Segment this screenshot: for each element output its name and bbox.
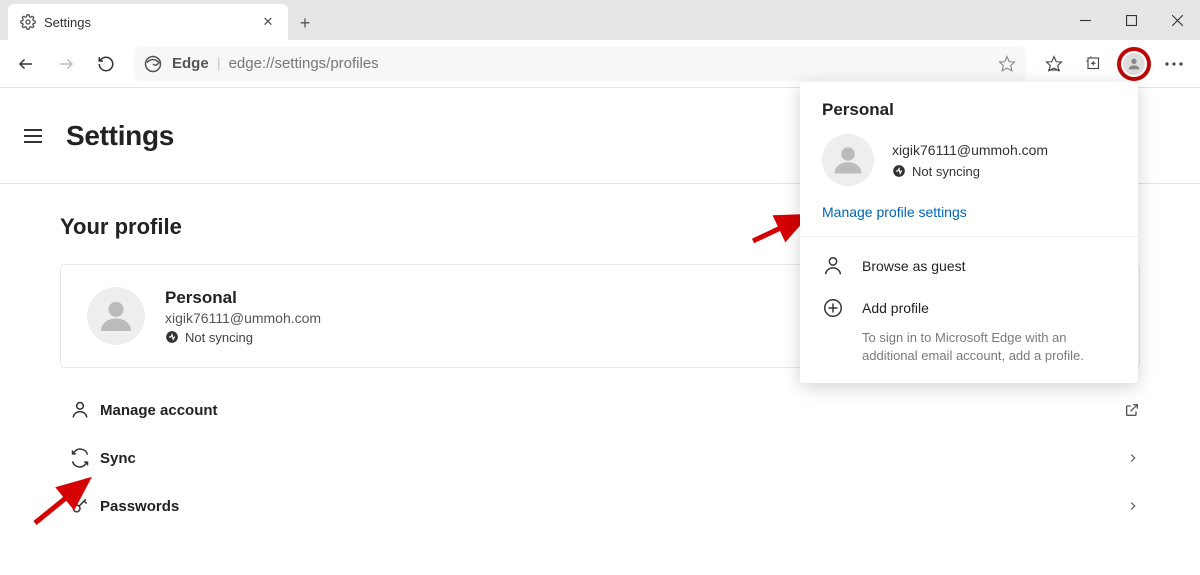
maximize-button[interactable] — [1108, 0, 1154, 40]
popover-profile: xigik76111@ummoh.com Not syncing — [800, 130, 1138, 198]
options-list: Manage account Sync Passwords — [60, 386, 1140, 530]
avatar-icon — [1123, 53, 1145, 75]
profile-info: Personal xigik76111@ummoh.com Not syncin… — [165, 288, 321, 345]
new-tab-button[interactable]: + — [288, 6, 322, 40]
person-icon — [822, 255, 862, 277]
popover-profile-info: xigik76111@ummoh.com Not syncing — [892, 142, 1048, 179]
edge-icon — [144, 55, 162, 73]
gear-icon — [20, 14, 36, 30]
profile-button[interactable] — [1114, 44, 1154, 84]
browser-tab[interactable]: Settings ✕ — [8, 4, 288, 40]
window-controls — [1062, 0, 1200, 40]
key-icon — [60, 496, 100, 516]
profile-popover: Personal xigik76111@ummoh.com Not syncin… — [800, 82, 1138, 383]
option-sync[interactable]: Sync — [60, 434, 1140, 482]
forward-button[interactable] — [46, 44, 86, 84]
option-label: Manage account — [100, 402, 218, 419]
url-origin: Edge — [172, 55, 209, 72]
url-separator: | — [217, 55, 221, 72]
url-path: edge://settings/profiles — [229, 55, 379, 72]
plus-circle-icon — [822, 297, 862, 319]
sync-status-icon — [892, 164, 906, 178]
manage-profile-settings-link[interactable]: Manage profile settings — [800, 198, 1138, 236]
popover-title: Personal — [800, 100, 1138, 130]
avatar-icon — [822, 134, 874, 186]
more-menu-button[interactable] — [1154, 44, 1194, 84]
menu-icon[interactable] — [24, 124, 48, 148]
toolbar: Edge | edge://settings/profiles — [0, 40, 1200, 88]
favorites-button[interactable] — [1034, 44, 1074, 84]
external-link-icon — [1124, 402, 1140, 418]
chevron-right-icon — [1126, 451, 1140, 465]
popover-email: xigik76111@ummoh.com — [892, 142, 1048, 158]
annotation-highlight-circle — [1117, 47, 1151, 81]
sync-status-icon — [165, 330, 179, 344]
collections-button[interactable] — [1074, 44, 1114, 84]
page-content: Settings Your profile Personal xigik7611… — [0, 88, 1200, 575]
person-icon — [60, 400, 100, 420]
favorite-icon[interactable] — [998, 55, 1016, 73]
add-profile-description: To sign in to Microsoft Edge with an add… — [800, 329, 1138, 367]
refresh-button[interactable] — [86, 44, 126, 84]
option-manage-account[interactable]: Manage account — [60, 386, 1140, 434]
option-label: Passwords — [100, 498, 179, 515]
add-profile-row[interactable]: Add profile — [800, 287, 1138, 329]
titlebar: Settings ✕ + — [0, 0, 1200, 40]
back-button[interactable] — [6, 44, 46, 84]
profile-email: xigik76111@ummoh.com — [165, 310, 321, 326]
option-passwords[interactable]: Passwords — [60, 482, 1140, 530]
profile-sync-status: Not syncing — [165, 330, 321, 345]
minimize-button[interactable] — [1062, 0, 1108, 40]
window-close-button[interactable] — [1154, 0, 1200, 40]
address-bar[interactable]: Edge | edge://settings/profiles — [134, 47, 1026, 81]
row-label: Browse as guest — [862, 258, 966, 274]
browse-as-guest-row[interactable]: Browse as guest — [800, 245, 1138, 287]
tab-title: Settings — [44, 15, 260, 30]
chevron-right-icon — [1126, 499, 1140, 513]
popover-sync-status: Not syncing — [892, 164, 1048, 179]
close-icon[interactable]: ✕ — [260, 14, 276, 30]
option-label: Sync — [100, 450, 136, 467]
avatar-icon — [87, 287, 145, 345]
profile-name: Personal — [165, 288, 321, 308]
sync-icon — [60, 448, 100, 468]
row-label: Add profile — [862, 300, 929, 316]
page-title: Settings — [66, 120, 174, 152]
divider — [800, 236, 1138, 237]
